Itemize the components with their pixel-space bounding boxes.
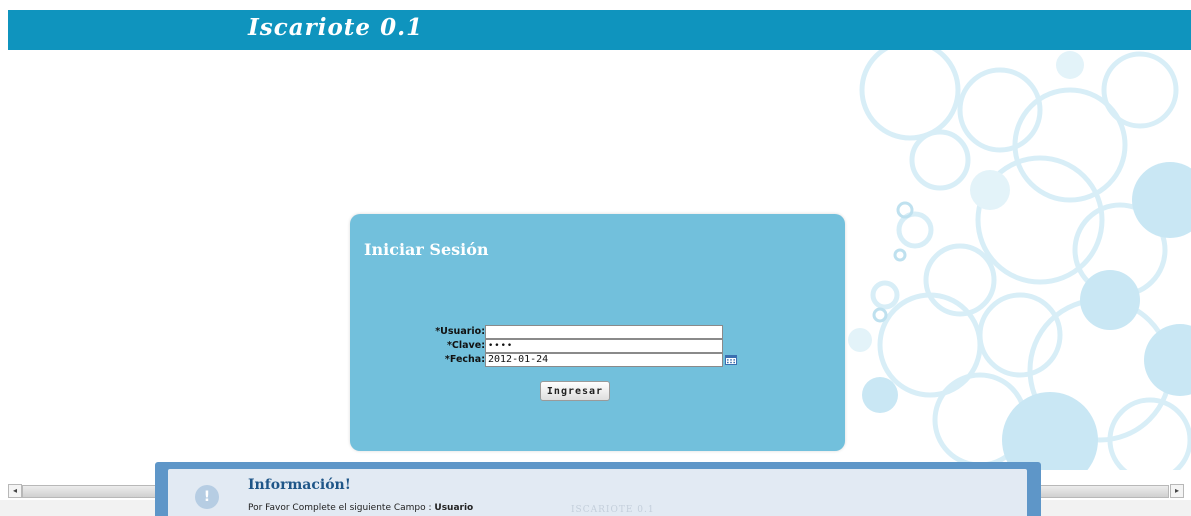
login-panel: Iniciar Sesión *Usuario: *Clave: •••• *F… (350, 214, 845, 451)
info-dialog-body: ! Información! Por Favor Complete el sig… (168, 469, 1027, 516)
clave-row: *Clave: •••• (350, 339, 845, 353)
clave-input[interactable]: •••• (485, 339, 723, 353)
bubbles-background (848, 50, 1191, 470)
calendar-icon[interactable] (725, 355, 737, 365)
info-dialog-message: Por Favor Complete el siguiente Campo : … (248, 503, 473, 513)
info-message-field: Usuario (434, 503, 474, 513)
background-app-title: ISCARIOTE 0.1 (571, 505, 655, 515)
ingresar-button[interactable]: Ingresar (540, 381, 610, 401)
fecha-label: *Fecha: (444, 354, 485, 365)
usuario-label: *Usuario: (435, 326, 485, 337)
app-header: Iscariote 0.1 (8, 10, 1191, 50)
app-logo-title: Iscariote 0.1 (248, 14, 424, 41)
right-scrollbar[interactable]: ▸ (1040, 484, 1184, 498)
usuario-row: *Usuario: (350, 325, 845, 339)
info-icon: ! (195, 485, 219, 509)
clave-label: *Clave: (446, 340, 485, 351)
arrow-right-icon[interactable]: ▸ (1170, 484, 1184, 498)
arrow-left-icon[interactable]: ◂ (8, 484, 22, 498)
left-scrollbar-thumb[interactable] (22, 485, 156, 498)
left-scrollbar[interactable]: ◂ (8, 484, 156, 498)
right-scrollbar-thumb[interactable] (1040, 485, 1169, 498)
info-dialog-title: Información! (248, 477, 351, 493)
login-title: Iniciar Sesión (364, 240, 489, 259)
usuario-input[interactable] (485, 325, 723, 339)
fecha-row: *Fecha: 2012-01-24 (350, 353, 845, 367)
info-message-text: Por Favor Complete el siguiente Campo : (248, 503, 435, 513)
info-dialog: ! Información! Por Favor Complete el sig… (155, 462, 1041, 516)
fecha-input[interactable]: 2012-01-24 (485, 353, 723, 367)
